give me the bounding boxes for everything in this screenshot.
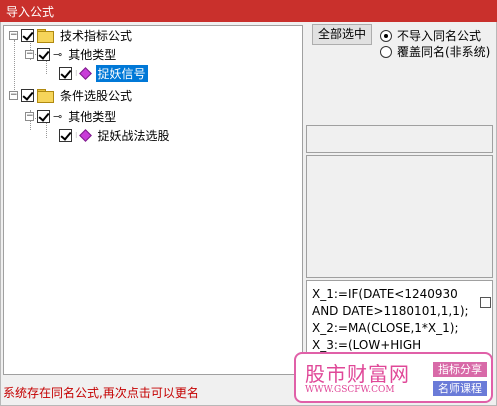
info-panel <box>306 125 493 153</box>
folder-icon <box>37 89 54 103</box>
formula-tree[interactable]: − 技术指标公式 − ⊸ 其他类型 ⁝ 捉妖信号 − 条件选股公式 − ⊸ 其他… <box>3 25 303 375</box>
code-line: X_2:=MA(CLOSE,1*X_1); <box>312 321 459 335</box>
radio-overwrite-label: 覆盖同名(非系统) <box>397 45 491 59</box>
tree-label: 其他类型 <box>68 47 117 62</box>
tree-node-root-1[interactable]: − 技术指标公式 <box>9 26 134 44</box>
leaf-dots-icon: ⁝ <box>75 68 78 78</box>
tree-label: 条件选股公式 <box>60 88 133 103</box>
radio-unselected-icon[interactable] <box>380 45 392 58</box>
category-1-checkbox[interactable] <box>37 47 50 61</box>
collapse-icon[interactable]: − <box>25 49 34 59</box>
watermark-brand: 股市财富网 <box>305 362 410 386</box>
leaf-dots-icon: ⁝ <box>75 130 78 140</box>
root-2-checkbox[interactable] <box>21 88 34 102</box>
select-all-button[interactable]: 全部选中 <box>312 24 372 45</box>
tree-label: 其他类型 <box>68 109 117 124</box>
status-message: 系统存在同名公式,再次点击可以更名 <box>3 386 199 400</box>
code-option-checkbox[interactable] <box>480 297 491 308</box>
collapse-icon[interactable]: − <box>9 90 18 100</box>
leaf-1-checkbox[interactable] <box>59 66 72 80</box>
watermark-tag-2: 名师课程 <box>433 381 487 396</box>
tree-node-leaf-1[interactable]: ⁝ 捉妖信号 <box>48 64 148 82</box>
window-title: 导入公式 <box>6 5 55 19</box>
watermark-logo: 股市财富网 WWW.GSCFW.COM 指标分享 名师课程 <box>294 352 493 403</box>
tree-label-selected: 捉妖信号 <box>95 64 148 82</box>
radio-skip-label: 不导入同名公式 <box>397 29 482 43</box>
tree-node-category-2[interactable]: − ⊸ 其他类型 <box>25 107 118 125</box>
formula-icon <box>78 128 92 142</box>
tree-node-category-1[interactable]: − ⊸ 其他类型 <box>25 45 118 63</box>
folder-icon <box>37 29 54 43</box>
title-bar[interactable]: 导入公式 <box>0 0 497 22</box>
tree-node-leaf-2[interactable]: ⁝ 捉妖战法选股 <box>48 126 172 144</box>
leaf-2-checkbox[interactable] <box>59 128 72 142</box>
category-2-checkbox[interactable] <box>37 109 50 123</box>
collapse-icon[interactable]: − <box>9 30 18 40</box>
key-icon: ⊸ <box>53 47 63 61</box>
code-line: X_1:=IF(DATE<1240930 <box>312 287 458 301</box>
code-line: AND DATE>1180101,1,1); <box>312 304 469 318</box>
radio-skip-duplicates[interactable]: 不导入同名公式 <box>380 27 481 44</box>
tree-node-root-2[interactable]: − 条件选股公式 <box>9 86 134 104</box>
tree-label: 技术指标公式 <box>60 28 133 43</box>
watermark-url: WWW.GSCFW.COM <box>305 385 395 395</box>
description-panel <box>306 155 493 278</box>
radio-selected-icon[interactable] <box>380 29 392 42</box>
tree-label: 捉妖战法选股 <box>97 128 170 143</box>
formula-icon <box>78 66 92 80</box>
watermark-tag-1: 指标分享 <box>433 362 487 377</box>
collapse-icon[interactable]: − <box>25 111 34 121</box>
key-icon: ⊸ <box>53 109 63 123</box>
radio-overwrite[interactable]: 覆盖同名(非系统) <box>380 43 490 60</box>
root-1-checkbox[interactable] <box>21 28 34 42</box>
